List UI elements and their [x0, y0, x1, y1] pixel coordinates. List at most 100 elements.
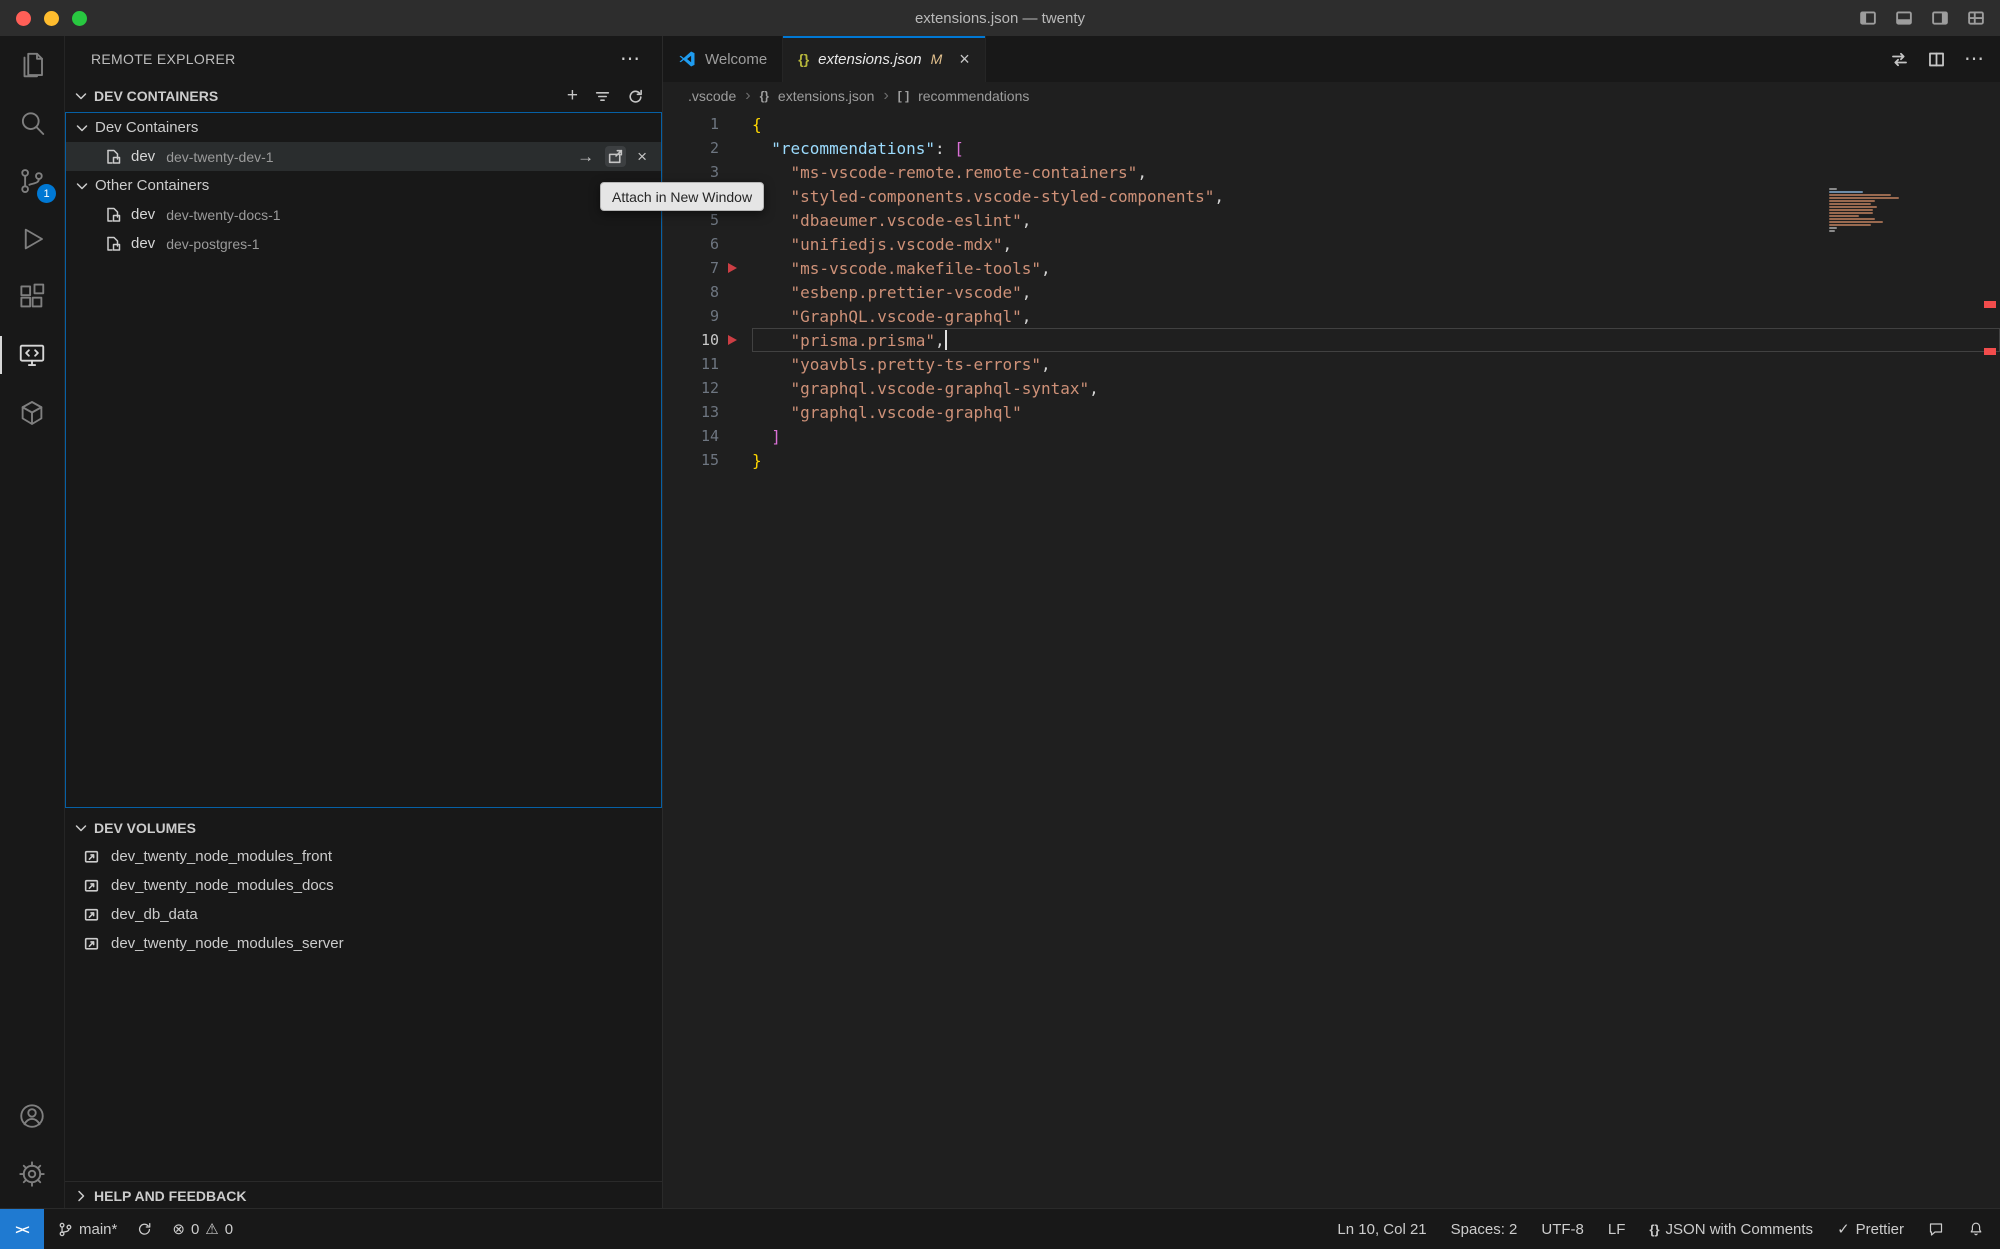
code-text[interactable]: "dbaeumer.vscode-eslint", — [752, 208, 2000, 232]
code-text[interactable]: { — [752, 112, 2000, 136]
add-container-icon[interactable]: + — [567, 85, 578, 107]
accounts-button[interactable] — [0, 1087, 63, 1145]
line-number[interactable]: 8 — [663, 283, 719, 301]
line-number[interactable]: 2 — [663, 139, 719, 157]
sidebar-item-run-debug[interactable] — [0, 210, 63, 268]
code-text[interactable]: "esbenp.prettier-vscode", — [752, 280, 2000, 304]
code-line[interactable]: 11 "yoavbls.pretty-ts-errors", — [663, 352, 2000, 376]
gutter[interactable] — [719, 424, 752, 448]
zoom-window-button[interactable] — [72, 11, 87, 26]
line-number[interactable]: 11 — [663, 355, 719, 373]
code-text[interactable]: "recommendations": [ — [752, 136, 2000, 160]
tree-group-dev-containers[interactable]: Dev Containers — [66, 113, 661, 142]
gutter[interactable] — [719, 160, 752, 184]
code-text[interactable]: "yoavbls.pretty-ts-errors", — [752, 352, 2000, 376]
code-text[interactable]: } — [752, 448, 2000, 472]
remove-container-icon[interactable]: × — [637, 148, 647, 165]
minimap[interactable] — [1829, 188, 1907, 233]
line-number[interactable]: 1 — [663, 115, 719, 133]
line-number[interactable]: 10 — [663, 331, 719, 349]
gutter[interactable] — [719, 352, 752, 376]
code-text[interactable]: "ms-vscode.makefile-tools", — [752, 256, 2000, 280]
code-line[interactable]: 6 "unifiedjs.vscode-mdx", — [663, 232, 2000, 256]
code-text[interactable]: "graphql.vscode-graphql-syntax", — [752, 376, 2000, 400]
section-help-feedback[interactable]: HELP AND FEEDBACK — [65, 1181, 662, 1209]
code-line[interactable]: 14 ] — [663, 424, 2000, 448]
line-number[interactable]: 7 — [663, 259, 719, 277]
line-number[interactable]: 9 — [663, 307, 719, 325]
git-branch-status[interactable]: main* — [58, 1221, 117, 1238]
volume-item[interactable]: dev_twenty_node_modules_docs — [65, 871, 662, 900]
sidebar-item-extensions[interactable] — [0, 268, 63, 326]
attach-container-icon[interactable]: → — [577, 148, 594, 165]
code-text[interactable]: "ms-vscode-remote.remote-containers", — [752, 160, 2000, 184]
cursor-position-status[interactable]: Ln 10, Col 21 — [1337, 1221, 1426, 1238]
encoding-status[interactable]: UTF-8 — [1541, 1221, 1584, 1238]
gutter[interactable] — [719, 280, 752, 304]
code-line[interactable]: 3 "ms-vscode-remote.remote-containers", — [663, 160, 2000, 184]
code-line[interactable]: 2 "recommendations": [ — [663, 136, 2000, 160]
more-actions-icon[interactable]: ⋯ — [620, 49, 640, 69]
toggle-primary-sidebar-icon[interactable] — [1858, 8, 1878, 28]
split-editor-icon[interactable] — [1927, 50, 1946, 69]
sidebar-item-search[interactable] — [0, 94, 63, 152]
volume-item[interactable]: dev_twenty_node_modules_server — [65, 929, 662, 958]
code-text[interactable]: "prisma.prisma", — [752, 328, 2000, 352]
section-dev-volumes[interactable]: DEV VOLUMES — [65, 814, 662, 842]
code-line[interactable]: 8 "esbenp.prettier-vscode", — [663, 280, 2000, 304]
formatter-status[interactable]: ✓ Prettier — [1837, 1220, 1904, 1238]
section-dev-containers[interactable]: DEV CONTAINERS + — [65, 82, 662, 110]
gutter[interactable] — [719, 232, 752, 256]
problems-status[interactable]: ⊗ 0 ⚠ 0 — [172, 1220, 233, 1238]
filter-icon[interactable] — [594, 88, 611, 105]
eol-status[interactable]: LF — [1608, 1221, 1626, 1238]
code-editor[interactable]: 1 {2 "recommendations": [3 "ms-vscode-rem… — [663, 110, 2000, 1209]
open-changes-icon[interactable] — [1890, 50, 1909, 69]
attach-new-window-icon[interactable] — [605, 146, 626, 167]
code-line[interactable]: 9 "GraphQL.vscode-graphql", — [663, 304, 2000, 328]
gutter[interactable] — [719, 112, 752, 136]
feedback-button[interactable] — [1928, 1221, 1944, 1237]
gutter[interactable] — [719, 256, 752, 280]
code-line[interactable]: 12 "graphql.vscode-graphql-syntax", — [663, 376, 2000, 400]
tab-extensions-json[interactable]: {} extensions.json M × — [783, 36, 986, 82]
sidebar-item-remote-explorer[interactable] — [0, 326, 63, 384]
code-line[interactable]: 4 "styled-components.vscode-styled-compo… — [663, 184, 2000, 208]
volume-item[interactable]: dev_twenty_node_modules_front — [65, 842, 662, 871]
tree-group-other-containers[interactable]: Other Containers — [66, 171, 661, 200]
gutter[interactable] — [719, 208, 752, 232]
close-window-button[interactable] — [16, 11, 31, 26]
code-line[interactable]: 7 "ms-vscode.makefile-tools", — [663, 256, 2000, 280]
code-text[interactable]: "styled-components.vscode-styled-compone… — [752, 184, 2000, 208]
toggle-panel-icon[interactable] — [1894, 8, 1914, 28]
line-number[interactable]: 15 — [663, 451, 719, 469]
toggle-secondary-sidebar-icon[interactable] — [1930, 8, 1950, 28]
container-item-dev-postgres[interactable]: dev dev-postgres-1 — [66, 229, 661, 258]
line-number[interactable]: 6 — [663, 235, 719, 253]
gutter[interactable] — [719, 136, 752, 160]
code-text[interactable]: "unifiedjs.vscode-mdx", — [752, 232, 2000, 256]
sidebar-item-explorer[interactable] — [0, 36, 63, 94]
more-actions-icon[interactable]: ⋯ — [1964, 49, 1984, 69]
gutter[interactable] — [719, 376, 752, 400]
code-line[interactable]: 15} — [663, 448, 2000, 472]
code-line[interactable]: 10 "prisma.prisma", — [663, 328, 2000, 352]
code-line[interactable]: 13 "graphql.vscode-graphql" — [663, 400, 2000, 424]
breadcrumb-symbol[interactable]: recommendations — [918, 88, 1029, 104]
indentation-status[interactable]: Spaces: 2 — [1451, 1221, 1518, 1238]
customize-layout-icon[interactable] — [1966, 8, 1986, 28]
gutter[interactable] — [719, 328, 752, 352]
code-text[interactable]: ] — [752, 424, 2000, 448]
gutter[interactable] — [719, 304, 752, 328]
code-text[interactable]: "graphql.vscode-graphql" — [752, 400, 2000, 424]
volume-item[interactable]: dev_db_data — [65, 900, 662, 929]
breadcrumb-file[interactable]: extensions.json — [778, 88, 875, 104]
line-number[interactable]: 12 — [663, 379, 719, 397]
close-tab-icon[interactable]: × — [959, 50, 970, 68]
notifications-button[interactable] — [1968, 1221, 1984, 1237]
code-text[interactable]: "GraphQL.vscode-graphql", — [752, 304, 2000, 328]
gutter[interactable] — [719, 448, 752, 472]
gutter[interactable] — [719, 400, 752, 424]
line-number[interactable]: 13 — [663, 403, 719, 421]
code-line[interactable]: 5 "dbaeumer.vscode-eslint", — [663, 208, 2000, 232]
